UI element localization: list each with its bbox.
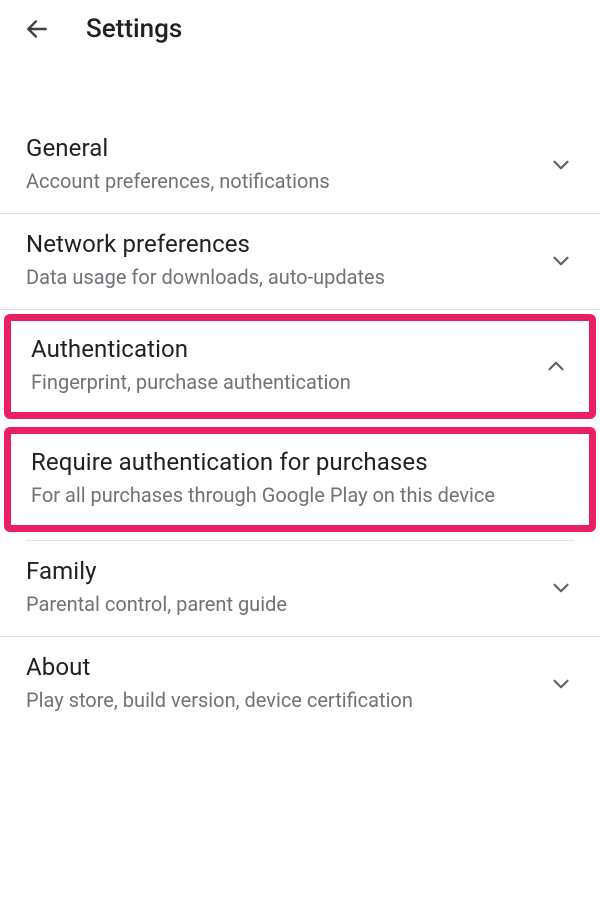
chevron-down-icon — [548, 248, 574, 274]
section-general[interactable]: General Account preferences, notificatio… — [0, 118, 600, 214]
app-header: Settings — [0, 0, 600, 58]
section-authentication[interactable]: Authentication Fingerprint, purchase aut… — [11, 321, 589, 412]
highlight-authentication: Authentication Fingerprint, purchase aut… — [4, 314, 596, 419]
section-title: Network preferences — [26, 230, 534, 258]
arrow-left-icon — [24, 16, 50, 42]
section-title: About — [26, 653, 534, 681]
section-texts: Family Parental control, parent guide — [26, 557, 534, 618]
back-button[interactable] — [24, 16, 50, 42]
section-subtitle: Fingerprint, purchase authentication — [31, 369, 529, 396]
section-title: Authentication — [31, 335, 529, 363]
section-subtitle: For all purchases through Google Play on… — [31, 482, 569, 509]
section-network[interactable]: Network preferences Data usage for downl… — [0, 214, 600, 310]
section-texts: General Account preferences, notificatio… — [26, 134, 534, 195]
section-about[interactable]: About Play store, build version, device … — [0, 637, 600, 732]
section-family[interactable]: Family Parental control, parent guide — [0, 541, 600, 637]
section-title: General — [26, 134, 534, 162]
chevron-down-icon — [548, 575, 574, 601]
section-subtitle: Account preferences, notifications — [26, 168, 534, 195]
section-texts: Require authentication for purchases For… — [31, 448, 569, 509]
chevron-down-icon — [548, 671, 574, 697]
page-title: Settings — [86, 14, 182, 44]
chevron-up-icon — [543, 353, 569, 379]
section-require-auth[interactable]: Require authentication for purchases For… — [11, 434, 589, 525]
section-title: Family — [26, 557, 534, 585]
section-title: Require authentication for purchases — [31, 448, 569, 476]
section-texts: Authentication Fingerprint, purchase aut… — [31, 335, 529, 396]
section-subtitle: Parental control, parent guide — [26, 591, 534, 618]
chevron-down-icon — [548, 152, 574, 178]
section-texts: About Play store, build version, device … — [26, 653, 534, 714]
section-subtitle: Data usage for downloads, auto-updates — [26, 264, 534, 291]
section-subtitle: Play store, build version, device certif… — [26, 687, 534, 714]
settings-list: General Account preferences, notificatio… — [0, 58, 600, 732]
highlight-require-auth: Require authentication for purchases For… — [4, 427, 596, 532]
section-texts: Network preferences Data usage for downl… — [26, 230, 534, 291]
